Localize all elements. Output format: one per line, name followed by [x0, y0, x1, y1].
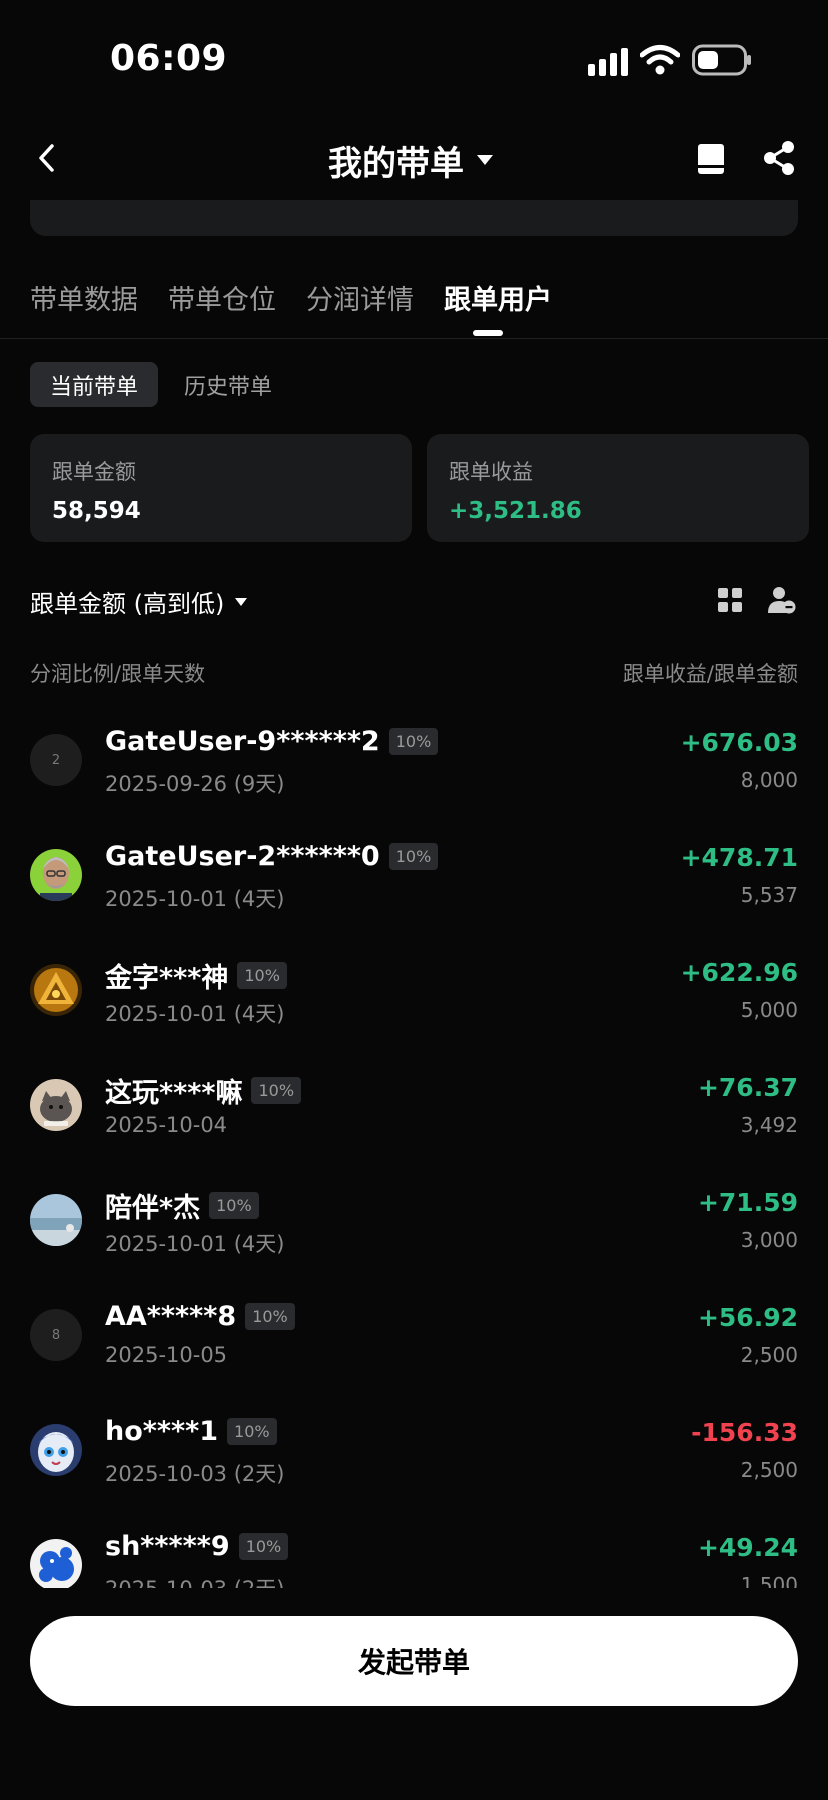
back-arrow-icon[interactable] [34, 140, 60, 176]
amount-value: 3,000 [740, 1228, 798, 1252]
avatar-image [30, 1194, 82, 1246]
profit-value: -156.33 [691, 1418, 798, 1447]
avatar [30, 1194, 82, 1246]
amount-value: 5,537 [740, 883, 798, 907]
tab-profit-share[interactable]: 分润详情 [306, 278, 414, 338]
username: 这玩****嘛 [105, 1078, 243, 1109]
sort-label: 跟单金额 (高到低) [30, 590, 225, 618]
avatar [30, 964, 82, 1016]
username: 金字***神 [105, 963, 229, 994]
remove-user-icon[interactable] [768, 586, 796, 614]
cellular-signal-icon [588, 48, 628, 76]
divider [0, 338, 828, 339]
follow-date: 2025-10-03 (2天) [105, 1573, 284, 1588]
username: 陪伴*杰 [105, 1193, 201, 1224]
follower-list: 2 GateUser-9******2 10% 2025-09-26 (9天) … [0, 700, 828, 1588]
ratio-badge: 10% [227, 1418, 277, 1445]
username: GateUser-2******0 [105, 841, 380, 872]
ratio-badge: 10% [245, 1303, 295, 1330]
status-time: 06:09 [110, 38, 228, 79]
ratio-badge: 10% [209, 1192, 259, 1219]
wifi-icon [640, 45, 680, 75]
amount-value: 8,000 [740, 768, 798, 792]
tab-followers[interactable]: 跟单用户 [444, 278, 552, 338]
follow-date: 2025-10-03 (2天) [105, 1462, 285, 1486]
avatar [30, 1424, 82, 1476]
amount-value: 3,492 [740, 1113, 798, 1137]
list-item[interactable]: 金字***神 10% 2025-10-01 (4天) +622.96 5,000 [0, 930, 828, 1045]
username: sh*****9 [105, 1531, 230, 1562]
username: GateUser-9******2 [105, 726, 380, 757]
nav-header: 我的带单 [0, 118, 828, 198]
follow-profit-card: 跟单收益 +3,521.86 [427, 434, 809, 542]
profit-value: +49.24 [697, 1533, 798, 1562]
column-header-left: 分润比例/跟单天数 [30, 662, 206, 686]
follow-profit-label: 跟单收益 [449, 460, 533, 484]
ratio-badge: 10% [388, 728, 439, 755]
list-item[interactable]: ho****1 10% 2025-10-03 (2天) -156.33 2,50… [0, 1390, 828, 1505]
tab-lead-positions[interactable]: 带单仓位 [168, 278, 276, 338]
amount-value: 2,500 [740, 1458, 798, 1482]
scrolled-info-card [30, 200, 798, 236]
profit-value: +622.96 [680, 958, 798, 987]
share-icon[interactable] [762, 140, 796, 176]
page-title[interactable]: 我的带单 [328, 136, 464, 185]
follow-date: 2025-10-01 (4天) [105, 1002, 285, 1026]
ratio-badge: 10% [238, 1533, 289, 1560]
caret-down-icon [235, 597, 248, 606]
avatar-image [30, 1539, 82, 1588]
list-item[interactable]: 2 GateUser-9******2 10% 2025-09-26 (9天) … [0, 700, 828, 815]
profit-value: +478.71 [680, 843, 798, 872]
follow-date: 2025-10-04 [105, 1113, 228, 1137]
status-bar: 06:09 [0, 0, 828, 110]
column-header-right: 跟单收益/跟单金额 [622, 662, 798, 686]
avatar-placeholder: 8 [30, 1309, 82, 1361]
username: AA*****8 [105, 1301, 237, 1332]
profit-value: +71.59 [697, 1188, 798, 1217]
ratio-badge: 10% [237, 962, 287, 989]
avatar-image [30, 1424, 82, 1476]
avatar [30, 1539, 82, 1588]
avatar-placeholder: 2 [30, 734, 82, 786]
avatar-image [30, 849, 82, 901]
amount-value: 1,500 [740, 1573, 798, 1588]
list-item[interactable]: GateUser-2******0 10% 2025-10-01 (4天) +4… [0, 815, 828, 930]
subtab-current[interactable]: 当前带单 [30, 362, 158, 407]
follow-date: 2025-10-05 [105, 1343, 228, 1367]
start-lead-button[interactable]: 发起带单 [30, 1616, 798, 1706]
main-tabs: 带单数据 带单仓位 分润详情 跟单用户 [30, 278, 582, 338]
book-icon[interactable] [696, 142, 726, 176]
follow-amount-value: 58,594 [52, 498, 141, 524]
follow-profit-value: +3,521.86 [449, 498, 582, 524]
follow-amount-card: 跟单金额 58,594 [30, 434, 412, 542]
avatar-image [30, 964, 82, 1016]
ratio-badge: 10% [388, 843, 439, 870]
follow-date: 2025-09-26 (9天) [105, 772, 285, 796]
username: ho****1 [105, 1416, 219, 1447]
list-item[interactable]: 8 AA*****8 10% 2025-10-05 +56.92 2,500 [0, 1275, 828, 1390]
ratio-badge: 10% [251, 1077, 302, 1104]
chevron-down-icon[interactable] [476, 154, 494, 166]
avatar-image [30, 1079, 82, 1131]
tab-lead-data[interactable]: 带单数据 [30, 278, 138, 338]
subtab-history[interactable]: 历史带单 [184, 362, 272, 407]
list-item[interactable]: 陪伴*杰 10% 2025-10-01 (4天) +71.59 3,000 [0, 1160, 828, 1275]
active-tab-indicator [473, 330, 503, 336]
grid-view-icon[interactable] [718, 588, 742, 612]
follow-amount-label: 跟单金额 [52, 460, 136, 484]
profit-value: +76.37 [697, 1073, 798, 1102]
profit-value: +56.92 [697, 1303, 798, 1332]
amount-value: 5,000 [740, 998, 798, 1022]
sort-dropdown[interactable]: 跟单金额 (高到低) [30, 584, 248, 619]
amount-value: 2,500 [740, 1343, 798, 1367]
list-item[interactable]: 这玩****嘛 10% 2025-10-04 +76.37 3,492 [0, 1045, 828, 1160]
follow-date: 2025-10-01 (4天) [105, 887, 285, 911]
avatar [30, 1079, 82, 1131]
battery-icon [692, 44, 751, 76]
profit-value: +676.03 [680, 728, 798, 757]
list-item[interactable]: sh*****9 10% 2025-10-03 (2天) +49.24 1,50… [0, 1505, 828, 1588]
follow-date: 2025-10-01 (4天) [105, 1232, 285, 1256]
avatar [30, 849, 82, 901]
